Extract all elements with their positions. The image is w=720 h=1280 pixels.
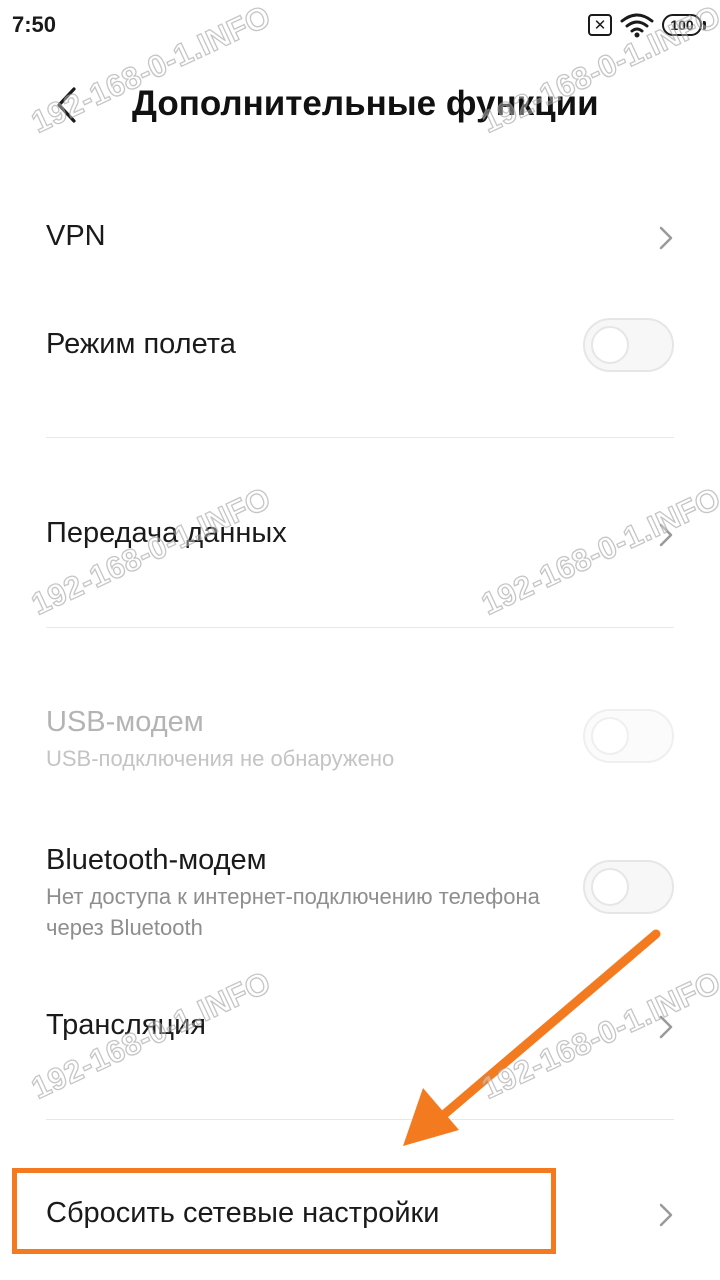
back-arrow-icon xyxy=(57,87,76,123)
setting-subtitle: USB-подключения не обнаружено xyxy=(46,746,395,771)
setting-vpn[interactable]: VPN xyxy=(0,190,720,286)
setting-title: Сбросить сетевые настройки xyxy=(46,1197,440,1229)
chevron-right-icon xyxy=(656,1200,676,1230)
chevron-right-icon xyxy=(656,223,676,253)
battery-icon: 100 xyxy=(662,14,706,36)
status-bar: 7:50 ✕ 100 xyxy=(0,0,720,52)
battery-level: 100 xyxy=(662,14,702,36)
setting-subtitle: Нет доступа к интернет-подключению телеф… xyxy=(46,884,540,940)
toggle-knob xyxy=(591,326,629,364)
battery-cap xyxy=(703,20,706,30)
header: Дополнительные функции xyxy=(0,60,720,154)
usb-modem-toggle[interactable] xyxy=(583,709,674,763)
setting-title: Режим полета xyxy=(46,328,236,360)
status-time: 7:50 xyxy=(12,12,57,37)
setting-airplane-mode[interactable]: Режим полета xyxy=(0,296,720,396)
airplane-mode-toggle[interactable] xyxy=(583,318,674,372)
setting-cast[interactable]: Трансляция xyxy=(0,976,720,1076)
bluetooth-modem-toggle[interactable] xyxy=(583,860,674,914)
no-sim-icon: ✕ xyxy=(588,14,612,36)
setting-title: VPN xyxy=(46,220,106,252)
setting-mobile-data[interactable]: Передача данных xyxy=(0,484,720,584)
setting-bluetooth-modem[interactable]: Bluetooth-модем Нет доступа к интернет-п… xyxy=(0,828,720,948)
setting-title: Трансляция xyxy=(46,1009,206,1041)
setting-reset-network[interactable]: Сбросить сетевые настройки xyxy=(0,1165,720,1261)
setting-title: USB-модем xyxy=(46,706,204,738)
chevron-right-icon xyxy=(656,1012,676,1042)
divider xyxy=(46,437,674,438)
toggle-knob xyxy=(591,717,629,755)
page-title: Дополнительные функции xyxy=(132,84,599,123)
toggle-knob xyxy=(591,868,629,906)
setting-title: Bluetooth-модем xyxy=(46,844,267,876)
status-icons: ✕ 100 xyxy=(588,12,706,38)
setting-usb-modem[interactable]: USB-модем USB-подключения не обнаружено xyxy=(0,690,720,790)
chevron-right-icon xyxy=(656,520,676,550)
divider xyxy=(46,1119,674,1120)
divider xyxy=(46,627,674,628)
wifi-icon xyxy=(620,13,654,38)
back-button[interactable] xyxy=(46,80,86,130)
setting-title: Передача данных xyxy=(46,517,287,549)
